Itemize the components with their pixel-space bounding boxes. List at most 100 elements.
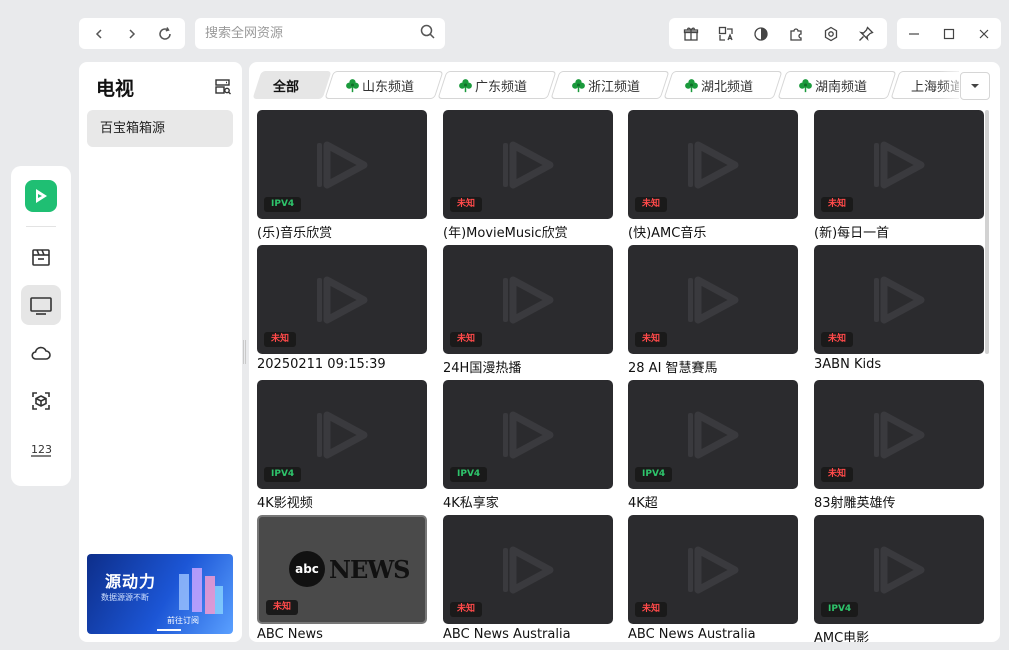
channel-name: 83射雕英雄传	[814, 496, 896, 509]
channel-name: (新)每日一首	[814, 226, 890, 239]
tab-4[interactable]: 湖北频道	[663, 71, 783, 99]
forward-icon[interactable]	[119, 21, 145, 47]
rail-tv-icon[interactable]	[21, 285, 61, 325]
tab-3[interactable]: 浙江频道	[550, 71, 670, 99]
play-placeholder-icon	[317, 276, 368, 324]
rail-123-icon[interactable]: 123	[21, 429, 61, 469]
tabs-dropdown-button[interactable]	[960, 72, 990, 100]
tab-5[interactable]: 湖南频道	[777, 71, 897, 99]
channel-card[interactable]: IPV4 AMC电影	[814, 515, 984, 642]
rail-film-icon[interactable]	[21, 237, 61, 277]
close-icon[interactable]	[971, 21, 997, 47]
channel-thumbnail[interactable]: 未知	[814, 110, 984, 219]
clover-icon	[346, 78, 359, 92]
tab-label: 浙江频道	[588, 79, 641, 95]
status-badge: IPV4	[635, 467, 673, 482]
channel-card[interactable]: 未知 ABC News Australia	[443, 515, 613, 642]
channel-thumbnail[interactable]: 未知	[443, 245, 613, 354]
channel-card[interactable]: IPV4 4K私享家	[443, 380, 613, 509]
plugin-icon[interactable]	[783, 21, 809, 47]
channel-card[interactable]: IPV4 4K影视频	[257, 380, 427, 509]
channel-card[interactable]: abc NEWS 未知 ABC News	[257, 515, 427, 642]
play-placeholder-icon	[874, 546, 925, 594]
refresh-icon[interactable]	[152, 21, 178, 47]
back-icon[interactable]	[86, 21, 112, 47]
contrast-icon[interactable]	[748, 21, 774, 47]
gift-icon[interactable]	[678, 21, 704, 47]
channel-thumbnail[interactable]: 未知	[814, 245, 984, 354]
channel-thumbnail[interactable]: 未知	[628, 515, 798, 624]
pin-icon[interactable]	[853, 21, 879, 47]
tab-2[interactable]: 广东频道	[437, 71, 557, 99]
channel-card[interactable]: 未知 (年)MovieMusic欣赏	[443, 110, 613, 239]
status-badge: 未知	[450, 332, 483, 347]
channel-card[interactable]: IPV4 4K超	[628, 380, 798, 509]
subscribe-banner[interactable]: 源动力 数据源源不断 前往订阅	[87, 554, 233, 634]
translate-icon[interactable]	[713, 21, 739, 47]
tab-label: 全部	[273, 79, 300, 95]
clover-icon	[459, 78, 472, 92]
channel-card[interactable]: 未知 (快)AMC音乐	[628, 110, 798, 239]
scrollbar[interactable]	[985, 110, 989, 354]
status-badge: 未知	[264, 332, 297, 347]
search-icon[interactable]	[420, 24, 435, 43]
rail-divider	[26, 226, 56, 227]
channel-name: (快)AMC音乐	[628, 226, 707, 239]
status-badge: 未知	[450, 197, 483, 212]
channel-thumbnail[interactable]: 未知	[443, 110, 613, 219]
channel-card[interactable]: 未知 20250211 09:15:39	[257, 245, 427, 374]
minimize-icon[interactable]	[901, 21, 927, 47]
channel-thumbnail[interactable]: 未知	[443, 515, 613, 624]
sidebar: 电视 百宝箱箱源 源动力 数据源源不断 前往订阅	[79, 62, 242, 642]
channel-thumbnail[interactable]: IPV4	[443, 380, 613, 489]
channel-card[interactable]: 未知 (新)每日一首	[814, 110, 984, 239]
play-placeholder-icon	[317, 141, 368, 189]
channel-thumbnail[interactable]: IPV4	[257, 380, 427, 489]
channel-thumbnail[interactable]: IPV4	[628, 380, 798, 489]
tab-content: 湖北频道	[668, 76, 753, 95]
clover-icon	[799, 78, 812, 92]
channel-thumbnail[interactable]: 未知	[814, 380, 984, 489]
sidebar-resize-handle[interactable]	[243, 340, 246, 364]
sidebar-item-source[interactable]: 百宝箱箱源	[87, 110, 233, 147]
rail-scan-cube-icon[interactable]	[21, 381, 61, 421]
channel-card[interactable]: 未知 3ABN Kids	[814, 245, 984, 374]
tab-content: 全部	[257, 76, 299, 95]
category-tabs: 全部 山东频道 广东频道 浙江频道 湖北频道 湖南频道 上海频道	[249, 71, 959, 101]
search-input[interactable]	[205, 26, 405, 41]
channel-thumbnail[interactable]: 未知	[257, 245, 427, 354]
channel-name: 20250211 09:15:39	[257, 357, 386, 372]
channel-thumbnail[interactable]: IPV4	[257, 110, 427, 219]
status-badge: 未知	[821, 467, 854, 482]
channel-card[interactable]: IPV4 (乐)音乐欣赏	[257, 110, 427, 239]
status-badge: 未知	[821, 197, 854, 212]
tab-0[interactable]: 全部	[252, 71, 332, 99]
tab-content: 山东频道	[329, 76, 414, 95]
tab-content: 广东频道	[442, 76, 527, 95]
status-badge: 未知	[450, 602, 483, 617]
logo-wordmark: NEWS	[329, 554, 411, 584]
channel-name: 24H国漫热播	[443, 361, 522, 374]
channel-thumbnail[interactable]: 未知	[628, 110, 798, 219]
channel-card[interactable]: 未知 24H国漫热播	[443, 245, 613, 374]
play-placeholder-icon	[688, 411, 739, 459]
tab-1[interactable]: 山东频道	[324, 71, 444, 99]
source-filter-icon[interactable]	[214, 78, 232, 100]
play-placeholder-icon	[503, 546, 554, 594]
tab-label: 湖北频道	[701, 79, 754, 95]
status-badge: IPV4	[450, 467, 488, 482]
app-logo-icon[interactable]	[25, 180, 57, 212]
rail-cloud-icon[interactable]	[21, 333, 61, 373]
channel-thumbnail[interactable]: 未知	[628, 245, 798, 354]
history-nav	[79, 18, 185, 49]
status-badge: 未知	[635, 602, 668, 617]
settings-icon[interactable]	[818, 21, 844, 47]
channel-card[interactable]: 未知 28 AI 智慧賽馬	[628, 245, 798, 374]
channel-card[interactable]: 未知 83射雕英雄传	[814, 380, 984, 509]
channel-card[interactable]: 未知 ABC News Australia	[628, 515, 798, 642]
channel-thumbnail[interactable]: IPV4	[814, 515, 984, 624]
maximize-icon[interactable]	[936, 21, 962, 47]
channel-thumbnail[interactable]: abc NEWS 未知	[257, 515, 427, 624]
banner-cta[interactable]: 前往订阅	[167, 615, 199, 626]
clover-icon	[685, 78, 698, 92]
